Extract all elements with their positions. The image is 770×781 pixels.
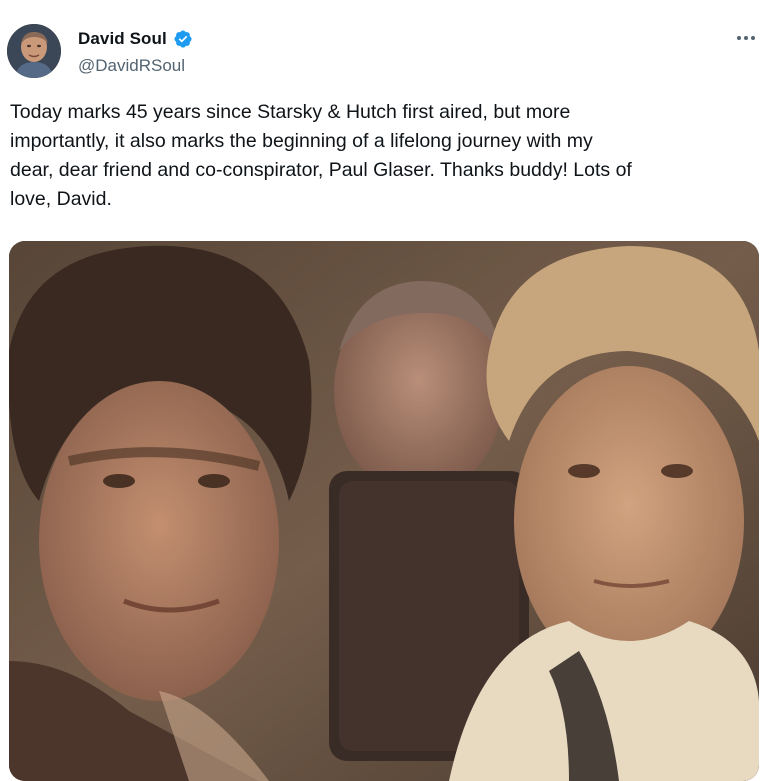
verified-badge-icon[interactable]	[173, 29, 193, 49]
tweet-card: David Soul @DavidRSoul Today marks 45 ye…	[0, 0, 770, 781]
tweet-text: Today marks 45 years since Starsky & Hut…	[10, 101, 632, 210]
photo-image	[9, 241, 759, 781]
author-handle[interactable]: @DavidRSoul	[78, 56, 185, 76]
author-name-row: David Soul	[78, 27, 193, 51]
more-options-icon[interactable]	[734, 28, 758, 48]
tweet-photo[interactable]	[9, 241, 759, 781]
author-avatar[interactable]	[7, 24, 61, 78]
avatar-image	[7, 24, 61, 78]
author-display-name[interactable]: David Soul	[78, 29, 167, 49]
